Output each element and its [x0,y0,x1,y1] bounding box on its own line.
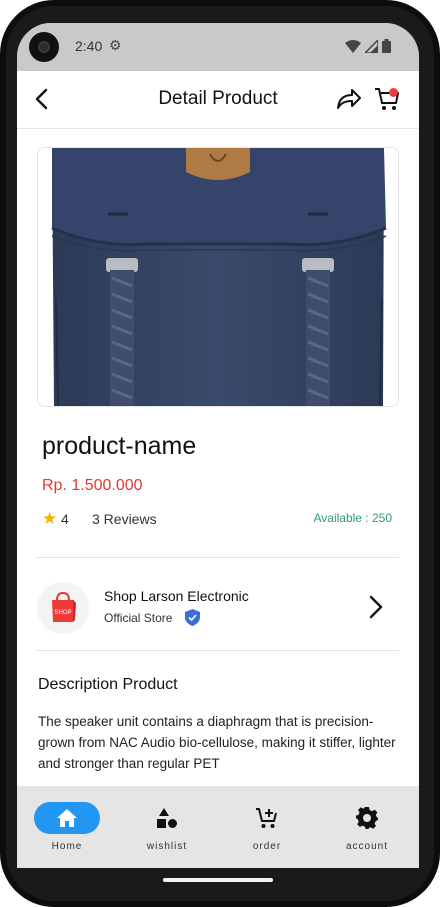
nav-item-order[interactable]: order [217,786,317,868]
battery-icon [382,39,391,53]
signal-icon [365,39,378,53]
stock-availability: Available : 250 [313,511,392,525]
reviews-count[interactable]: 3 Reviews [92,511,157,527]
cart-plus-icon [256,808,277,828]
status-bar: 2:40 ⚙ [17,23,419,71]
cart-badge [389,88,398,97]
nav-label: order [252,841,282,852]
nav-item-account[interactable]: account [317,786,417,868]
nav-label: account [345,841,389,852]
shopping-bag-icon: SHOP [52,591,76,622]
description-title: Description Product [38,676,178,693]
shop-logo-text: SHOP [54,610,71,616]
app-screen: 2:40 ⚙ Detail Product product-name Rp. 1… [17,23,419,868]
shop-badge-label: Official Store [104,611,173,625]
camera-cutout [29,32,59,62]
status-time: 2:40 [75,38,103,54]
product-price: Rp. 1.500.000 [42,477,143,494]
verified-shield-icon [185,609,200,626]
system-icons [345,39,391,53]
nav-item-wishlist[interactable]: wishlist [117,786,217,868]
backpack-illustration [38,148,398,406]
shop-logo[interactable]: SHOP [37,582,89,634]
product-image[interactable] [37,147,399,407]
chevron-right-icon[interactable] [366,594,386,620]
app-header: Detail Product [17,71,419,129]
description-text: The speaker unit contains a diaphragm th… [38,714,396,771]
nav-label: Home [51,841,83,852]
star-icon: ★ [42,509,58,528]
gear-icon [356,807,378,829]
rating-value: 4 [61,511,69,527]
wifi-icon [345,39,361,53]
rating-row: ★ 4 3 Reviews Available : 250 [42,509,392,529]
divider [37,650,399,651]
settings-status-icon: ⚙ [109,37,122,53]
share-icon[interactable] [335,86,363,112]
shapes-icon [157,808,177,828]
product-name: product-name [42,432,197,460]
shop-name[interactable]: Shop Larson Electronic [104,588,249,604]
home-gesture-bar[interactable] [163,878,273,882]
bottom-navigation: Home wishlist order account [17,786,419,868]
home-icon [57,809,77,827]
nav-label: wishlist [146,841,188,852]
divider [37,557,399,558]
nav-item-home[interactable]: Home [17,786,117,868]
